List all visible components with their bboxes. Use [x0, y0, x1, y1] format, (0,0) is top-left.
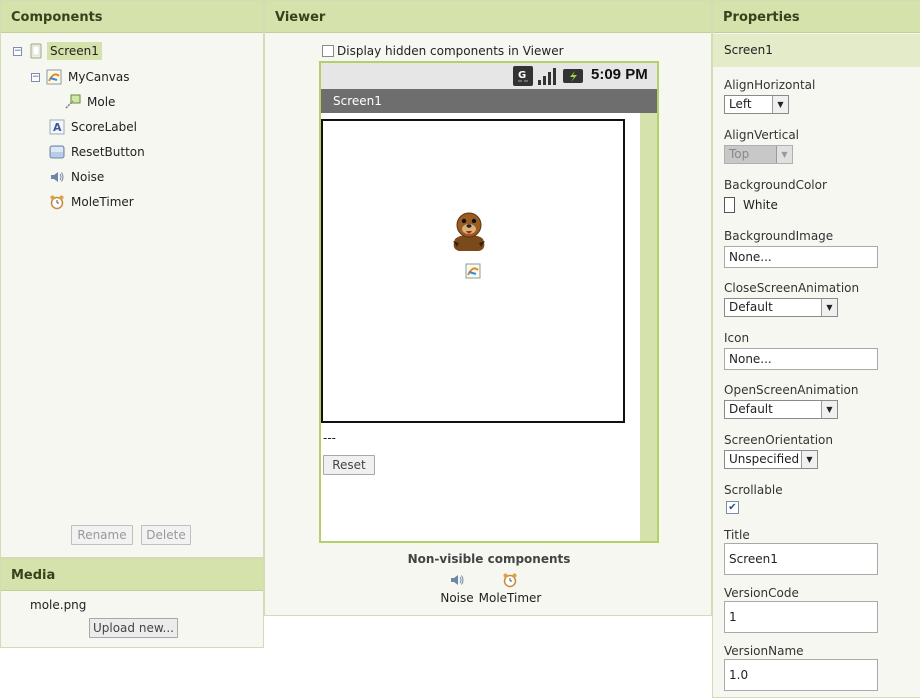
background-color-picker[interactable]: White [724, 197, 778, 213]
color-swatch [724, 197, 735, 213]
screen-title-bar: Screen1 [321, 89, 657, 113]
icon-label: Icon [724, 331, 750, 345]
signal-g-icon: G [513, 66, 533, 89]
nonvisible-label: Noise [440, 591, 474, 605]
svg-text:A: A [53, 121, 62, 134]
viewer-header: Viewer [265, 1, 711, 33]
close-screen-animation-select[interactable]: Default ▼ [724, 298, 838, 317]
tree-item-screen1[interactable]: − Screen1 [13, 41, 102, 61]
tree-item-noise[interactable]: Noise [49, 167, 107, 187]
screen-icon [28, 43, 44, 59]
button-icon [49, 144, 65, 160]
battery-icon [563, 66, 585, 89]
align-horizontal-select[interactable]: Left ▼ [724, 95, 789, 114]
viewer-panel: Viewer Display hidden components in View… [264, 0, 712, 616]
background-color-label: BackgroundColor [724, 178, 827, 192]
select-value: Left [729, 97, 752, 111]
tree-label: ScoreLabel [71, 120, 137, 134]
select-value: Default [729, 402, 773, 416]
sprite-placeholder-icon [465, 263, 481, 282]
tree-item-moletimer[interactable]: MoleTimer [49, 192, 137, 212]
media-panel: Media mole.png Upload new... [0, 558, 264, 648]
hidden-components-toggle[interactable]: Display hidden components in Viewer [322, 44, 564, 58]
chevron-down-icon: ▼ [821, 299, 837, 316]
speaker-icon [449, 575, 465, 591]
label-icon: A [49, 119, 65, 135]
tree-item-resetbutton[interactable]: ResetButton [49, 142, 148, 162]
components-header: Components [1, 1, 263, 33]
align-horizontal-label: AlignHorizontal [724, 78, 816, 92]
tree-label: Mole [87, 95, 116, 109]
select-value: Default [729, 300, 773, 314]
chevron-down-icon: ▼ [776, 146, 792, 163]
nonvisible-noise[interactable]: Noise [437, 572, 477, 605]
chevron-down-icon: ▼ [821, 401, 837, 418]
version-name-label: VersionName [724, 644, 804, 658]
score-label: --- [323, 431, 336, 445]
background-image-field[interactable]: None... [724, 246, 878, 268]
mycanvas-preview[interactable] [321, 119, 625, 423]
status-time: 5:09 PM [591, 66, 648, 83]
screen-orientation-label: ScreenOrientation [724, 433, 834, 447]
version-code-label: VersionCode [724, 586, 799, 600]
version-code-field[interactable]: 1 [724, 601, 878, 633]
phone-scrollbar[interactable] [640, 113, 657, 541]
sprite-icon [65, 94, 81, 110]
screen-orientation-select[interactable]: Unspecified ▼ [724, 450, 818, 469]
scrollable-checkbox[interactable]: ✔ [726, 501, 739, 514]
upload-new-button[interactable]: Upload new... [89, 618, 178, 638]
canvas-icon [46, 69, 62, 85]
close-screen-animation-label: CloseScreenAnimation [724, 281, 860, 295]
nonvisible-moletimer[interactable]: MoleTimer [477, 572, 543, 605]
collapse-icon[interactable]: − [31, 72, 40, 82]
title-label: Title [724, 528, 750, 542]
selected-component-name: Screen1 [713, 34, 920, 67]
properties-panel: Properties Screen1 AlignHorizontal Left … [712, 0, 920, 698]
open-screen-animation-select[interactable]: Default ▼ [724, 400, 838, 419]
rename-button[interactable]: Rename [71, 525, 133, 545]
tree-label: Noise [71, 170, 105, 184]
media-header: Media [1, 559, 263, 591]
select-value: Top [729, 147, 750, 161]
chevron-down-icon: ▼ [801, 451, 817, 468]
align-vertical-select[interactable]: Top ▼ [724, 145, 793, 164]
title-field[interactable]: Screen1 [724, 543, 878, 575]
signal-bars-icon [537, 66, 559, 89]
tree-label: MyCanvas [68, 70, 130, 84]
icon-field[interactable]: None... [724, 348, 878, 370]
phone-preview: G 5:09 PM Screen1 --- Reset [319, 61, 659, 543]
version-name-field[interactable]: 1.0 [724, 659, 878, 691]
hidden-components-checkbox[interactable] [322, 45, 334, 57]
components-panel: Components − Screen1 − MyCanvas Mole A S… [0, 0, 264, 558]
collapse-icon[interactable]: − [13, 46, 22, 56]
properties-header: Properties [713, 1, 920, 33]
tree-item-mycanvas[interactable]: − MyCanvas [31, 67, 133, 87]
scrollable-label: Scrollable [724, 483, 783, 497]
chevron-down-icon: ▼ [772, 96, 788, 113]
mole-sprite[interactable] [449, 209, 489, 256]
open-screen-animation-label: OpenScreenAnimation [724, 383, 859, 397]
select-value: Unspecified [729, 452, 800, 466]
align-vertical-label: AlignVertical [724, 128, 800, 142]
clock-icon [49, 194, 65, 210]
reset-button[interactable]: Reset [323, 455, 375, 475]
background-color-value: White [743, 198, 778, 212]
clock-icon [502, 573, 518, 591]
tree-label: MoleTimer [71, 195, 134, 209]
background-image-label: BackgroundImage [724, 229, 834, 243]
tree-label: Screen1 [47, 42, 102, 60]
media-file[interactable]: mole.png [30, 598, 86, 612]
hidden-components-label: Display hidden components in Viewer [337, 44, 564, 58]
speaker-icon [49, 169, 65, 185]
tree-item-mole[interactable]: Mole [65, 92, 118, 112]
status-bar: G 5:09 PM [321, 63, 657, 89]
nonvisible-label: MoleTimer [478, 591, 542, 605]
nonvisible-header: Non-visible components [407, 552, 571, 566]
delete-button[interactable]: Delete [141, 525, 191, 545]
tree-item-scorelabel[interactable]: A ScoreLabel [49, 117, 140, 137]
tree-label: ResetButton [71, 145, 145, 159]
svg-text:G: G [518, 70, 526, 81]
